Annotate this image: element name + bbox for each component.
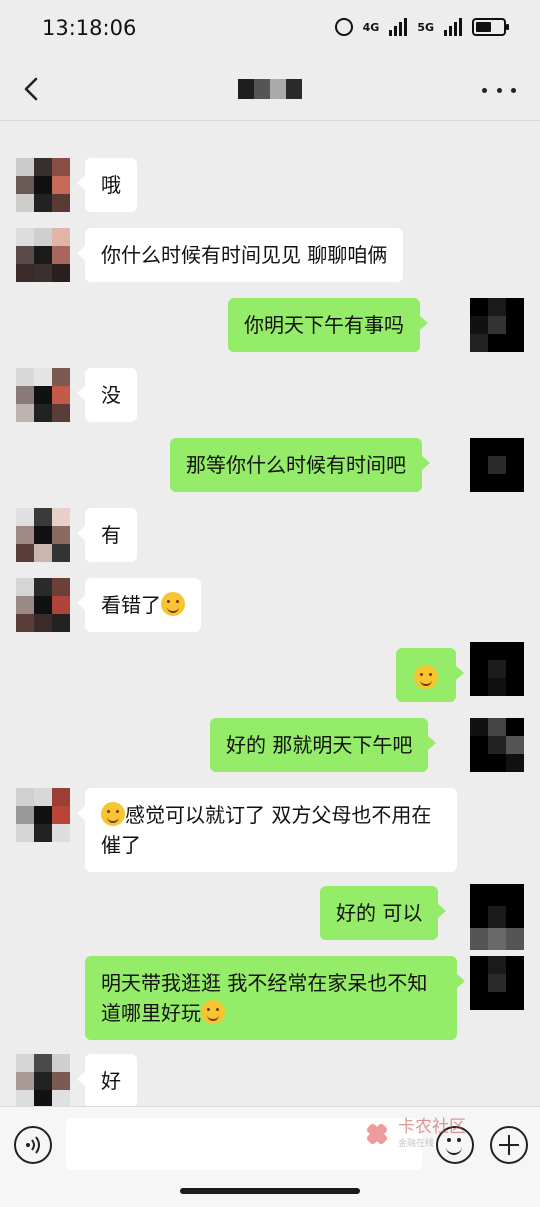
contact-avatar[interactable] <box>16 228 70 282</box>
battery-icon <box>472 18 509 36</box>
message-bubble-incoming[interactable]: 好 <box>77 1054 137 1108</box>
thinking-emoji-icon <box>201 1000 225 1024</box>
grin-emoji-icon <box>101 802 125 826</box>
message-text: 好的 可以 <box>336 901 423 925</box>
message-bubble-incoming[interactable]: 有 <box>77 508 137 562</box>
status-icons: 4G 5G <box>334 18 509 36</box>
message-text: 看错了 <box>101 593 161 617</box>
message-text: 明天带我逛逛 我不经常在家呆也不知道哪里好玩 <box>101 971 428 1025</box>
message-bubble-outgoing[interactable] <box>396 648 464 702</box>
message-bubble-incoming[interactable]: 看错了 <box>77 578 201 632</box>
watermark-title: 卡农社区 <box>398 1117 466 1137</box>
my-avatar[interactable] <box>470 956 524 1010</box>
more-actions-icon[interactable] <box>490 1126 528 1164</box>
contact-avatar[interactable] <box>16 788 70 842</box>
chat-title-redacted <box>238 79 302 99</box>
contact-avatar[interactable] <box>16 578 70 632</box>
message-text: 感觉可以就订了 双方父母也不用在催了 <box>101 803 432 857</box>
message-bubble-incoming[interactable]: 感觉可以就订了 双方父母也不用在催了 <box>77 788 457 872</box>
signal-icon <box>389 18 408 36</box>
status-bar: 13:18:06 4G 5G <box>0 0 540 62</box>
my-avatar[interactable] <box>470 298 524 352</box>
contact-avatar[interactable] <box>16 508 70 562</box>
message-text: 你明天下午有事吗 <box>244 313 404 337</box>
watermark-subtitle: 金融在线 <box>398 1139 435 1149</box>
message-bubble-incoming[interactable]: 你什么时候有时间见见 聊聊咱俩 <box>76 228 404 282</box>
header-divider <box>0 120 540 121</box>
my-avatar[interactable] <box>470 718 524 772</box>
my-avatar[interactable] <box>470 438 524 492</box>
message-bubble-outgoing[interactable]: 明天带我逛逛 我不经常在家呆也不知道哪里好玩 <box>85 956 465 1040</box>
chat-header <box>0 62 540 120</box>
message-text: 那等你什么时候有时间吧 <box>186 453 406 477</box>
message-bubble-outgoing[interactable]: 那等你什么时候有时间吧 <box>170 438 430 492</box>
network-4g-label: 4G <box>362 20 380 34</box>
my-avatar[interactable] <box>470 642 524 696</box>
message-bubble-outgoing[interactable]: 好的 可以 <box>320 886 447 940</box>
message-bubble-outgoing[interactable]: 你明天下午有事吗 <box>228 298 428 352</box>
contact-avatar[interactable] <box>16 1054 70 1108</box>
message-text: 好 <box>101 1069 121 1093</box>
message-text: 哦 <box>101 173 121 197</box>
contact-avatar[interactable] <box>16 158 70 212</box>
alarm-icon <box>334 18 353 36</box>
message-bubble-incoming[interactable]: 哦 <box>77 158 137 212</box>
more-options-icon[interactable] <box>482 80 516 100</box>
message-bubble-outgoing[interactable]: 好的 那就明天下午吧 <box>210 718 437 772</box>
my-avatar[interactable] <box>470 884 524 950</box>
rofl-emoji-icon <box>161 592 185 616</box>
home-indicator[interactable] <box>180 1188 360 1194</box>
message-text: 好的 那就明天下午吧 <box>226 733 413 757</box>
voice-input-icon[interactable] <box>14 1126 52 1164</box>
network-5g-label: 5G <box>417 20 434 34</box>
watermark: 卡农社区 金融在线 <box>362 1118 466 1149</box>
message-text: 你什么时候有时间见见 聊聊咱俩 <box>101 243 388 267</box>
back-arrow-icon[interactable] <box>18 74 48 104</box>
status-time: 13:18:06 <box>42 16 137 40</box>
watermark-logo-icon <box>362 1119 392 1149</box>
message-text: 有 <box>101 523 121 547</box>
contact-avatar[interactable] <box>16 368 70 422</box>
signal-icon-2 <box>444 18 462 36</box>
thinking-emoji-icon <box>414 665 438 689</box>
message-bubble-incoming[interactable]: 没 <box>77 368 137 422</box>
message-text: 没 <box>101 383 121 407</box>
